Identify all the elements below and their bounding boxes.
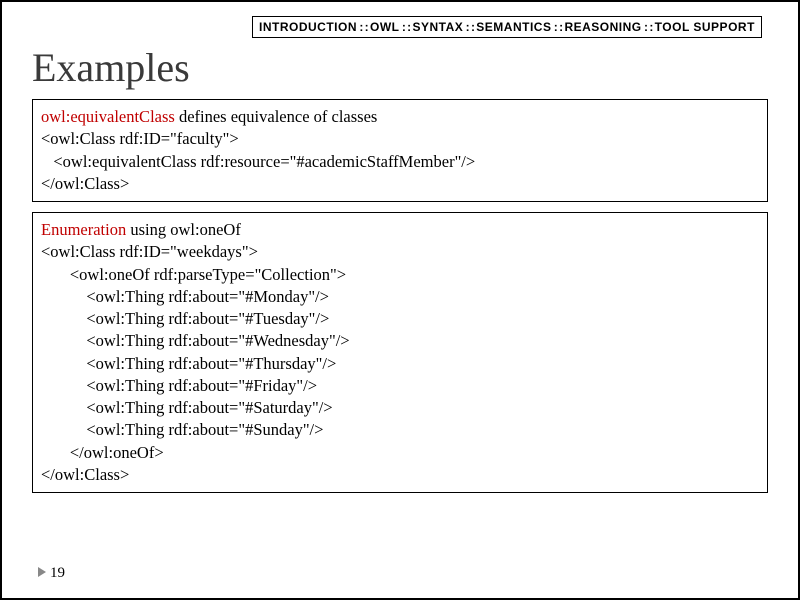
code-line: <owl:Thing rdf:about="#Saturday"/> <box>41 397 759 419</box>
code-line: <owl:oneOf rdf:parseType="Collection"> <box>41 264 759 286</box>
arrow-right-icon <box>38 567 46 577</box>
lead-rest: defines equivalence of classes <box>175 107 378 126</box>
code-line: <owl:Class rdf:ID="faculty"> <box>41 128 759 150</box>
code-line: <owl:equivalentClass rdf:resource="#acad… <box>41 151 759 173</box>
highlight-term: owl:equivalentClass <box>41 107 175 126</box>
box-lead: Enumeration using owl:oneOf <box>41 219 759 241</box>
code-line: </owl:oneOf> <box>41 442 759 464</box>
breadcrumb-item: INTRODUCTION <box>259 20 357 34</box>
page-number: 19 <box>50 565 65 581</box>
slide: INTRODUCTION : : OWL : : SYNTAX : : SEMA… <box>0 0 800 600</box>
breadcrumb-item: REASONING <box>564 20 641 34</box>
lead-rest: using owl:oneOf <box>126 220 241 239</box>
breadcrumb-item: SYNTAX <box>413 20 464 34</box>
code-line: </owl:Class> <box>41 173 759 195</box>
breadcrumb: INTRODUCTION : : OWL : : SYNTAX : : SEMA… <box>252 16 762 38</box>
code-line: <owl:Class rdf:ID="weekdays"> <box>41 241 759 263</box>
page-title: Examples <box>32 44 768 91</box>
breadcrumb-sep: : : <box>400 20 413 34</box>
breadcrumb-sep: : : <box>463 20 476 34</box>
code-line: <owl:Thing rdf:about="#Monday"/> <box>41 286 759 308</box>
breadcrumb-item: TOOL SUPPORT <box>655 20 755 34</box>
breadcrumb-item: SEMANTICS <box>476 20 551 34</box>
code-line: <owl:Thing rdf:about="#Tuesday"/> <box>41 308 759 330</box>
footer: 19 <box>38 565 65 582</box>
code-line: </owl:Class> <box>41 464 759 486</box>
example-box-enumeration: Enumeration using owl:oneOf <owl:Class r… <box>32 212 768 493</box>
breadcrumb-item: OWL <box>370 20 400 34</box>
code-line: <owl:Thing rdf:about="#Sunday"/> <box>41 419 759 441</box>
code-line: <owl:Thing rdf:about="#Thursday"/> <box>41 353 759 375</box>
code-line: <owl:Thing rdf:about="#Wednesday"/> <box>41 330 759 352</box>
breadcrumb-sep: : : <box>357 20 370 34</box>
highlight-term: Enumeration <box>41 220 126 239</box>
code-line: <owl:Thing rdf:about="#Friday"/> <box>41 375 759 397</box>
example-box-equivalentclass: owl:equivalentClass defines equivalence … <box>32 99 768 202</box>
breadcrumb-sep: : : <box>551 20 564 34</box>
breadcrumb-sep: : : <box>642 20 655 34</box>
box-lead: owl:equivalentClass defines equivalence … <box>41 106 759 128</box>
